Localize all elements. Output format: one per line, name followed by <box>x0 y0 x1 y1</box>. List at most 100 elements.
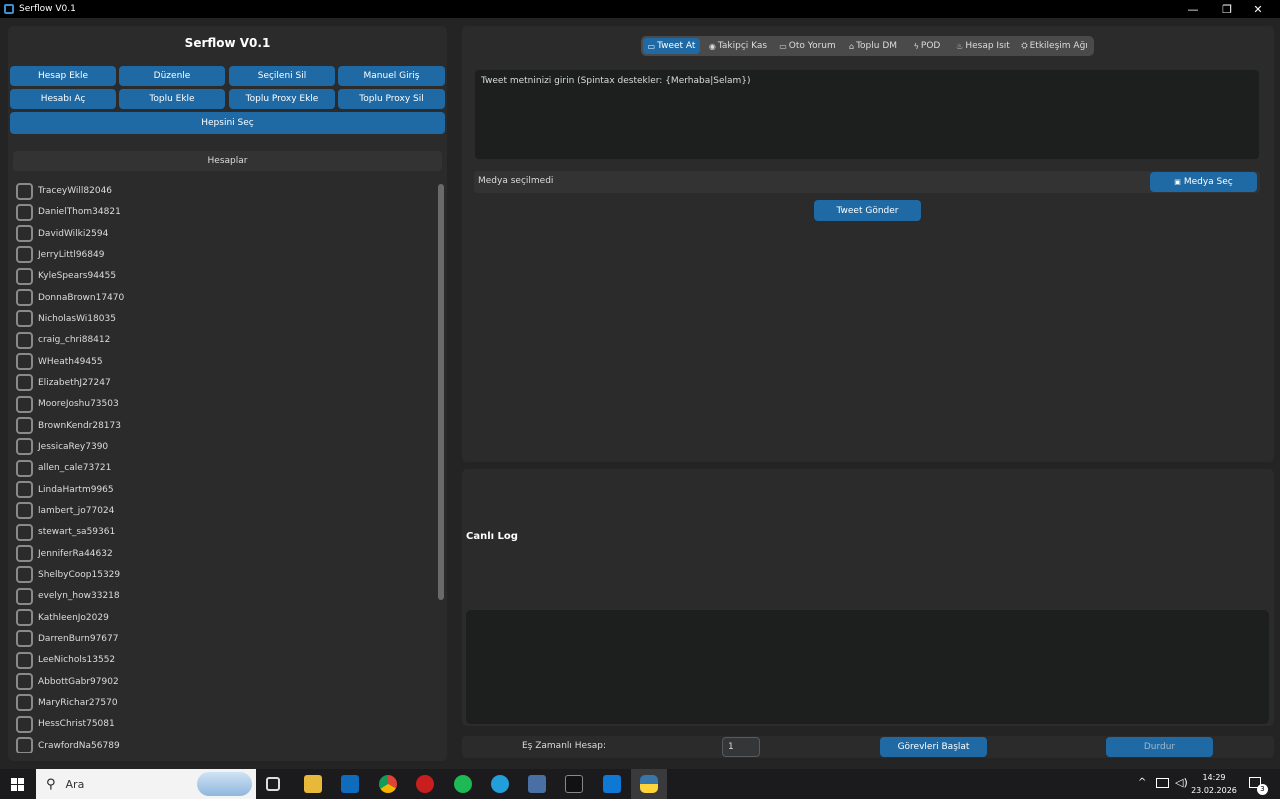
account-row[interactable]: HessChrist75081 <box>16 715 115 733</box>
security-app-icon[interactable] <box>416 775 434 793</box>
account-row[interactable]: DanielThom34821 <box>16 203 121 221</box>
account-checkbox[interactable] <box>16 715 33 733</box>
select-all-button[interactable]: Hepsini Seç <box>10 112 445 134</box>
chrome-icon[interactable] <box>379 775 397 793</box>
vscode-icon[interactable] <box>603 775 621 793</box>
account-checkbox[interactable] <box>16 353 33 371</box>
account-checkbox[interactable] <box>16 438 33 456</box>
account-row[interactable]: stewart_sa59361 <box>16 523 115 541</box>
account-name: allen_cale73721 <box>38 463 112 474</box>
close-button[interactable]: ✕ <box>1240 0 1276 18</box>
start-tasks-button[interactable]: Görevleri Başlat <box>880 737 987 757</box>
account-row[interactable]: BrownKendr28173 <box>16 417 121 435</box>
account-checkbox[interactable] <box>16 331 33 349</box>
windows-start-button[interactable] <box>11 778 24 791</box>
telegram-icon[interactable] <box>491 775 509 793</box>
account-checkbox[interactable] <box>16 182 33 200</box>
account-row[interactable]: DarrenBurn97677 <box>16 630 119 648</box>
concurrent-input[interactable]: 1 <box>722 737 760 757</box>
manual-login-button[interactable]: Manuel Giriş <box>338 66 445 86</box>
account-checkbox[interactable] <box>16 630 33 648</box>
account-checkbox[interactable] <box>16 246 33 264</box>
account-checkbox[interactable] <box>16 545 33 563</box>
account-row[interactable]: allen_cale73721 <box>16 459 111 477</box>
account-row[interactable]: KathleenJo2029 <box>16 609 109 627</box>
tab-takipci-kas[interactable]: ◉ Takipçi Kas <box>704 38 772 54</box>
log-output[interactable] <box>466 610 1269 724</box>
account-row[interactable]: AbbottGabr97902 <box>16 673 119 691</box>
network-tray-icon[interactable] <box>1156 778 1169 788</box>
account-row[interactable]: lambert_jo77024 <box>16 502 114 520</box>
send-tweet-button[interactable]: Tweet Gönder <box>814 200 921 221</box>
account-checkbox[interactable] <box>16 587 33 605</box>
task-view-icon[interactable] <box>266 777 280 791</box>
tab-tweet-at[interactable]: ▭ Tweet At <box>643 38 700 54</box>
account-row[interactable]: craig_chri88412 <box>16 331 110 349</box>
account-row[interactable]: LeeNichols13552 <box>16 651 115 669</box>
account-row[interactable]: JessicaRey7390 <box>16 438 108 456</box>
account-row[interactable]: JerryLittl96849 <box>16 246 104 264</box>
account-checkbox[interactable] <box>16 310 33 328</box>
account-row[interactable]: ShelbyCoop15329 <box>16 566 120 584</box>
account-checkbox[interactable] <box>16 417 33 435</box>
account-row[interactable]: NicholasWi18035 <box>16 310 116 328</box>
account-row[interactable]: MaryRichar27570 <box>16 694 118 712</box>
account-checkbox[interactable] <box>16 737 33 753</box>
outlook-icon[interactable] <box>341 775 359 793</box>
stop-button[interactable]: Durdur <box>1106 737 1213 757</box>
clock-date[interactable]: 23.02.2026 <box>1184 786 1244 795</box>
account-checkbox[interactable] <box>16 523 33 541</box>
remote-app-icon[interactable] <box>528 775 546 793</box>
spotify-icon[interactable] <box>454 775 472 793</box>
media-status: Medya seçilmedi <box>478 176 554 186</box>
open-account-button[interactable]: Hesabı Aç <box>10 89 116 109</box>
account-checkbox[interactable] <box>16 459 33 477</box>
account-checkbox[interactable] <box>16 694 33 712</box>
add-account-button[interactable]: Hesap Ekle <box>10 66 116 86</box>
account-checkbox[interactable] <box>16 374 33 392</box>
tab-hesap-isit[interactable]: ♨ Hesap Isıt <box>952 38 1014 54</box>
select-media-button[interactable]: ▣ Medya Seç <box>1150 172 1257 192</box>
account-checkbox[interactable] <box>16 566 33 584</box>
account-checkbox[interactable] <box>16 481 33 499</box>
minimize-button[interactable]: — <box>1175 0 1211 18</box>
account-checkbox[interactable] <box>16 203 33 221</box>
account-row[interactable]: evelyn_how33218 <box>16 587 120 605</box>
account-checkbox[interactable] <box>16 289 33 307</box>
account-row[interactable]: WHeath49455 <box>16 353 103 371</box>
delete-selected-button[interactable]: Seçileni Sil <box>229 66 335 86</box>
taskbar-search[interactable]: ⚲ Ara <box>36 769 256 799</box>
tray-chevron-icon[interactable]: ^ <box>1138 777 1146 788</box>
account-row[interactable]: MooreJoshu73503 <box>16 395 119 413</box>
tab-pod[interactable]: ϟ POD <box>907 38 947 54</box>
clock-time[interactable]: 14:29 <box>1184 773 1244 782</box>
account-row[interactable]: LindaHartm9965 <box>16 481 114 499</box>
network-icon: ⛭ <box>1021 41 1028 50</box>
account-checkbox[interactable] <box>16 673 33 691</box>
tweet-textarea[interactable]: Tweet metninizi girin (Spintax destekler… <box>474 69 1260 160</box>
edit-button[interactable]: Düzenle <box>119 66 225 86</box>
account-row[interactable]: ElizabethJ27247 <box>16 374 111 392</box>
account-checkbox[interactable] <box>16 225 33 243</box>
account-row[interactable]: JenniferRa44632 <box>16 545 113 563</box>
account-checkbox[interactable] <box>16 267 33 285</box>
account-checkbox[interactable] <box>16 609 33 627</box>
account-checkbox[interactable] <box>16 651 33 669</box>
bulk-add-button[interactable]: Toplu Ekle <box>119 89 225 109</box>
bulk-proxy-delete-button[interactable]: Toplu Proxy Sil <box>338 89 445 109</box>
accounts-scrollbar[interactable] <box>438 184 444 600</box>
account-row[interactable]: TraceyWill82046 <box>16 182 112 200</box>
tab-toplu-dm[interactable]: ⌂ Toplu DM <box>843 38 903 54</box>
python-icon[interactable] <box>640 775 658 793</box>
terminal-icon[interactable] <box>565 775 583 793</box>
account-row[interactable]: DonnaBrown17470 <box>16 289 124 307</box>
bulk-proxy-add-button[interactable]: Toplu Proxy Ekle <box>229 89 335 109</box>
account-row[interactable]: KyleSpears94455 <box>16 267 116 285</box>
account-checkbox[interactable] <box>16 395 33 413</box>
account-checkbox[interactable] <box>16 502 33 520</box>
account-row[interactable]: CrawfordNa56789 <box>16 737 120 753</box>
account-row[interactable]: DavidWilki2594 <box>16 225 108 243</box>
tab-etkilesim-agi[interactable]: ⛭ Etkileşim Ağı <box>1018 38 1091 54</box>
file-explorer-icon[interactable] <box>304 775 322 793</box>
tab-oto-yorum[interactable]: ▭ Oto Yorum <box>776 38 839 54</box>
